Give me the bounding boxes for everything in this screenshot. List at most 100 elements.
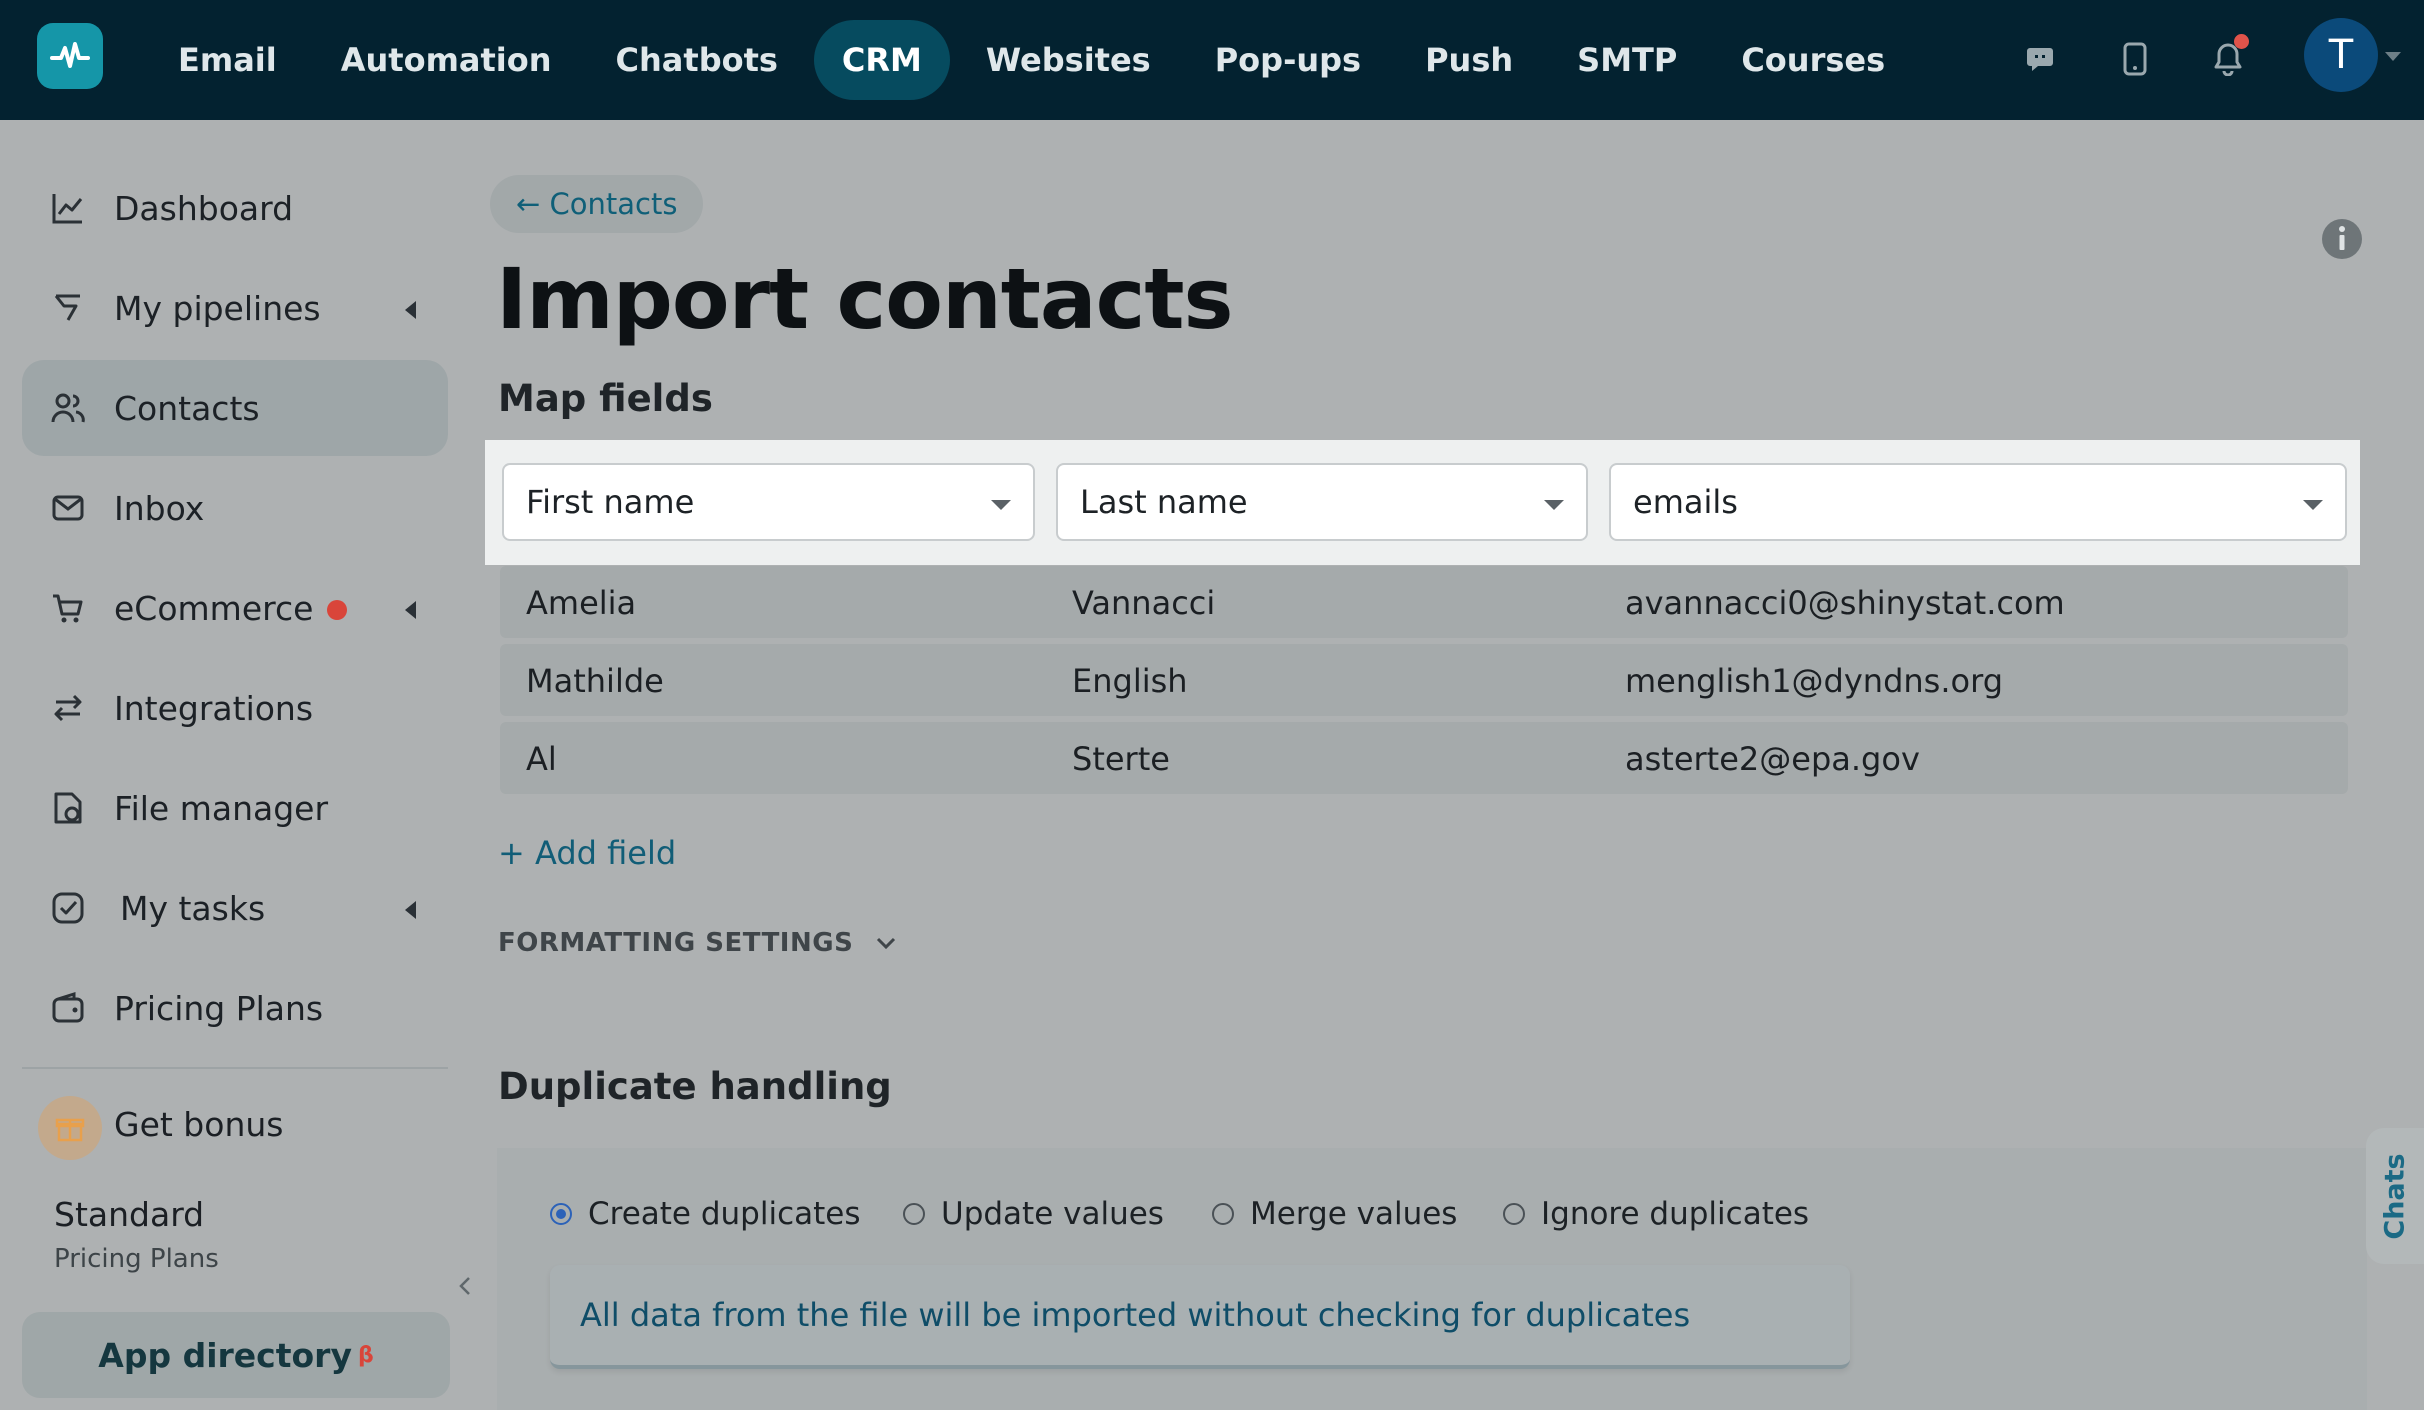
page-title: Import contacts (496, 250, 1234, 348)
get-bonus-link[interactable]: Get bonus (114, 1105, 283, 1144)
chevron-down-icon[interactable] (2385, 52, 2401, 61)
table-row: Mathilde English menglish1@dyndns.org (500, 644, 2348, 716)
cell-first-name: Al (526, 740, 557, 778)
nav-crm[interactable]: CRM (813, 20, 950, 100)
sidebar: Dashboard My pipelines Contacts Inbox eC… (0, 120, 470, 1410)
cell-first-name: Mathilde (526, 662, 664, 700)
nav-automation[interactable]: Automation (313, 20, 580, 100)
cell-email: asterte2@epa.gov (1625, 740, 1920, 778)
radio-update-values[interactable]: Update values (903, 1196, 1164, 1232)
sidebar-item-my-tasks[interactable]: My tasks (22, 860, 448, 956)
sidebar-item-label: Dashboard (114, 188, 294, 228)
cell-email: menglish1@dyndns.org (1625, 662, 2003, 700)
collapse-sidebar-icon[interactable] (454, 1275, 476, 1297)
select-value: First name (526, 483, 695, 521)
radio-merge-values[interactable]: Merge values (1212, 1196, 1457, 1232)
caret-down-icon (2303, 500, 2323, 510)
caret-left-icon (405, 901, 416, 919)
radio-label: Ignore duplicates (1541, 1196, 1810, 1232)
table-row: Al Sterte asterte2@epa.gov (500, 722, 2348, 794)
sidebar-item-contacts[interactable]: Contacts (22, 360, 448, 456)
sidebar-item-inbox[interactable]: Inbox (22, 460, 448, 556)
radio-button[interactable] (1503, 1203, 1525, 1225)
sidebar-item-label: My pipelines (114, 288, 321, 328)
nav-courses[interactable]: Courses (1713, 20, 1913, 100)
sidebar-divider (22, 1067, 448, 1069)
sidebar-item-label: Inbox (114, 488, 205, 528)
sidebar-item-dashboard[interactable]: Dashboard (22, 160, 448, 256)
sidebar-item-label: eCommerce (114, 589, 348, 628)
swap-arrows-icon (54, 694, 82, 722)
sidebar-item-label: Integrations (114, 688, 314, 728)
radio-button[interactable] (1212, 1203, 1234, 1225)
contacts-icon (51, 393, 85, 423)
main-nav: Email Automation Chatbots CRM Websites P… (150, 0, 1921, 120)
sidebar-item-file-manager[interactable]: File manager (22, 760, 448, 856)
chats-tab[interactable]: Chats (2366, 1128, 2424, 1264)
map-fields-heading: Map fields (498, 377, 713, 420)
app-directory-label: App directory (98, 1335, 352, 1375)
caret-down-icon (1544, 500, 1564, 510)
sidebar-item-pricing-plans[interactable]: Pricing Plans (22, 960, 448, 1056)
gift-icon[interactable] (38, 1096, 102, 1160)
user-avatar[interactable]: T (2304, 18, 2378, 92)
nav-email[interactable]: Email (150, 20, 305, 100)
status-badge (327, 600, 348, 620)
plan-subtitle[interactable]: Pricing Plans (54, 1244, 219, 1274)
nav-chatbots[interactable]: Chatbots (588, 20, 806, 100)
sidebar-item-integrations[interactable]: Integrations (22, 660, 448, 756)
select-value: Last name (1080, 483, 1248, 521)
add-field-link[interactable]: + Add field (498, 834, 676, 872)
cell-email: avannacci0@shinystat.com (1625, 584, 2065, 622)
top-navbar: Email Automation Chatbots CRM Websites P… (0, 0, 2424, 120)
radio-button[interactable] (903, 1203, 925, 1225)
wallet-icon (52, 991, 84, 1023)
formatting-settings-label: FORMATTING SETTINGS (498, 928, 854, 958)
radio-label: Update values (941, 1196, 1164, 1232)
sidebar-item-label: File manager (114, 788, 329, 828)
duplicate-info-note: All data from the file will be imported … (550, 1265, 1850, 1369)
notifications-bell-icon[interactable] (2203, 34, 2253, 84)
app-directory-button[interactable]: App directory β (22, 1312, 450, 1398)
app-logo-icon[interactable] (37, 23, 103, 89)
sidebar-item-label: Contacts (114, 388, 260, 428)
sidebar-item-my-pipelines[interactable]: My pipelines (22, 260, 448, 356)
checkbox-check-icon (52, 892, 84, 924)
mail-icon (52, 495, 84, 521)
back-to-contacts-link[interactable]: ← Contacts (490, 175, 704, 233)
field-select-first-name[interactable]: First name (502, 463, 1035, 541)
cell-last-name: Sterte (1072, 740, 1170, 778)
formatting-settings-toggle[interactable]: FORMATTING SETTINGS (498, 928, 897, 958)
chats-label: Chats (2379, 1152, 2411, 1240)
cell-last-name: English (1072, 662, 1188, 700)
nav-push[interactable]: Push (1397, 20, 1541, 100)
radio-ignore-duplicates[interactable]: Ignore duplicates (1503, 1196, 1809, 1232)
caret-left-icon (405, 601, 416, 619)
chat-bubble-icon[interactable] (2015, 34, 2065, 84)
nav-websites[interactable]: Websites (958, 20, 1179, 100)
select-value: emails (1633, 483, 1738, 521)
radio-button[interactable] (550, 1203, 572, 1225)
info-icon[interactable] (2320, 217, 2364, 261)
caret-left-icon (405, 301, 416, 319)
caret-down-icon (991, 500, 1011, 510)
mobile-phone-icon[interactable] (2110, 34, 2160, 84)
notification-badge (2234, 34, 2249, 49)
sidebar-item-label: My tasks (120, 888, 266, 928)
nav-smtp[interactable]: SMTP (1549, 20, 1705, 100)
field-select-emails[interactable]: emails (1609, 463, 2347, 541)
radio-label: Merge values (1250, 1196, 1458, 1232)
sidebar-item-ecommerce[interactable]: eCommerce (22, 560, 448, 656)
table-row: Amelia Vannacci avannacci0@shinystat.com (500, 566, 2348, 638)
field-select-last-name[interactable]: Last name (1056, 463, 1588, 541)
pipeline-icon (54, 294, 80, 321)
radio-create-duplicates[interactable]: Create duplicates (550, 1196, 861, 1232)
cell-last-name: Vannacci (1072, 584, 1216, 622)
cell-first-name: Amelia (526, 584, 637, 622)
plan-name: Standard (54, 1195, 205, 1234)
nav-popups[interactable]: Pop-ups (1187, 20, 1389, 100)
radio-label: Create duplicates (588, 1196, 861, 1232)
chart-line-icon (52, 194, 83, 224)
chevron-down-icon (877, 937, 896, 950)
sidebar-item-label: Pricing Plans (114, 988, 324, 1028)
